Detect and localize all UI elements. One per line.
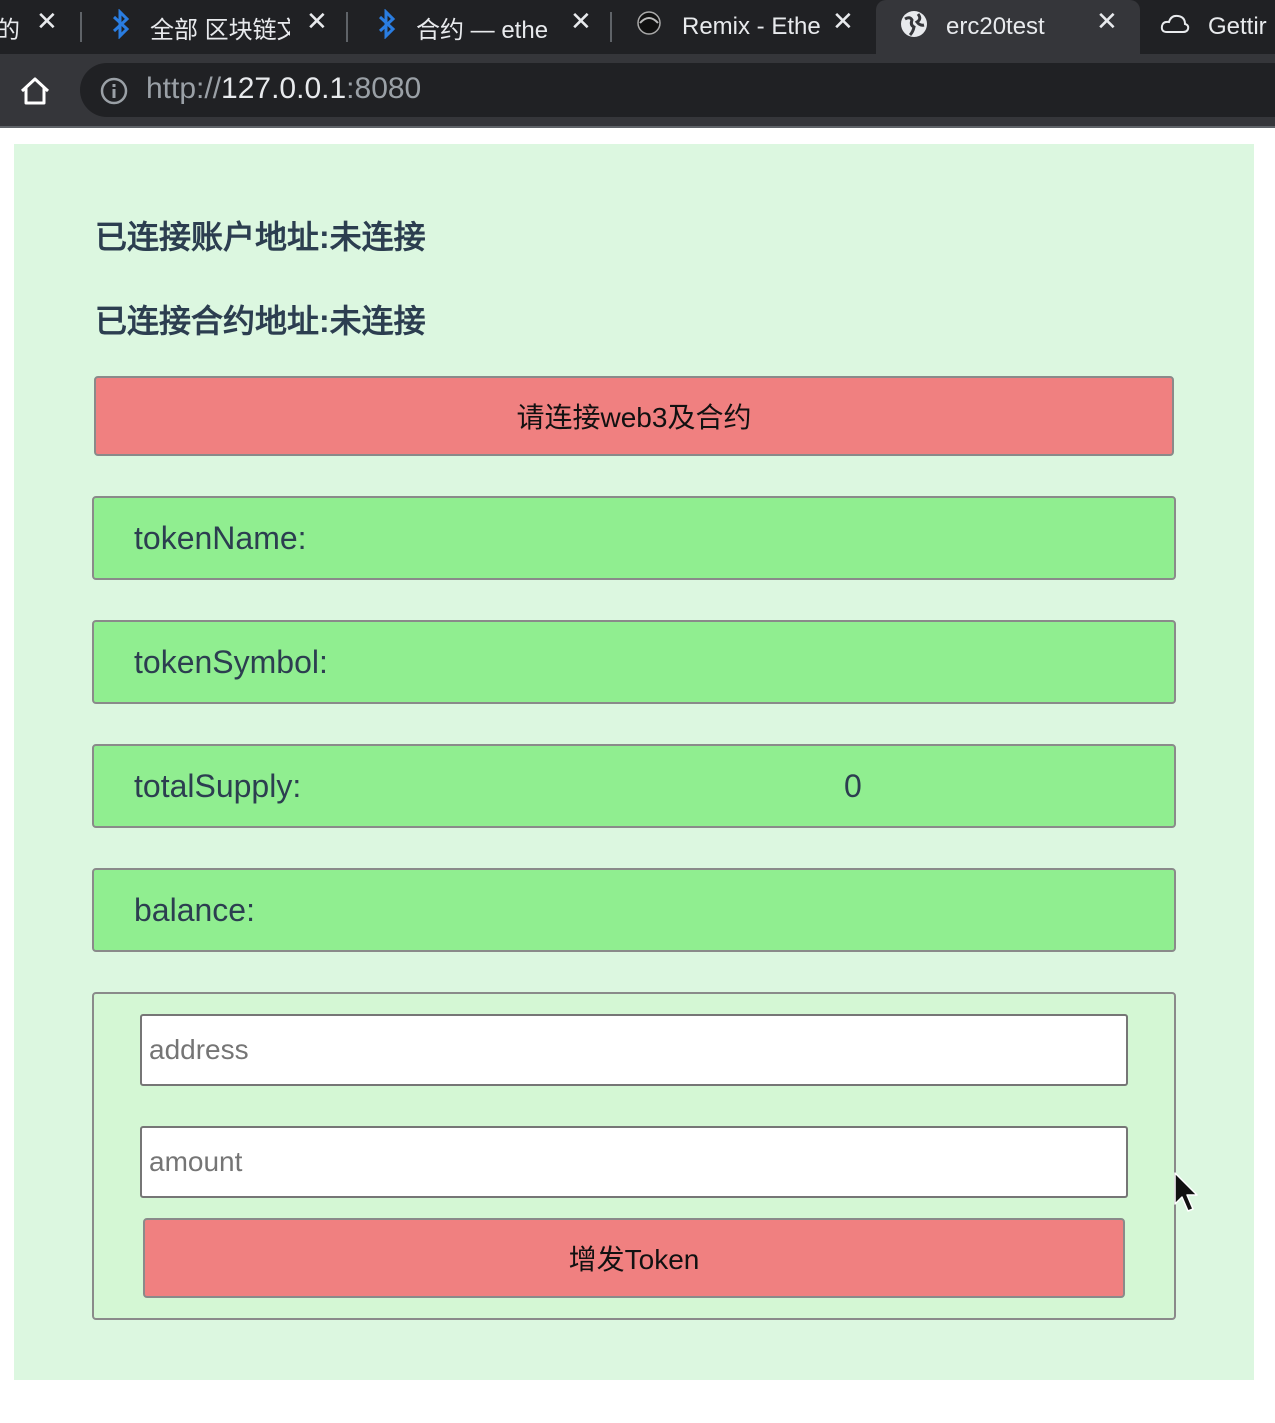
- close-icon[interactable]: ✕: [36, 6, 58, 37]
- address-input[interactable]: [140, 1014, 1128, 1086]
- amount-input[interactable]: [140, 1126, 1128, 1198]
- close-icon[interactable]: ✕: [1096, 6, 1118, 37]
- tab-separator: [80, 12, 82, 42]
- tab-1[interactable]: 全部 区块链文 ✕: [110, 0, 346, 54]
- browser-tab-bar: 的 ✕ 全部 区块链文 ✕ 合约 — ethe ✕ Remix - Ethe ✕…: [0, 0, 1275, 54]
- tab-title: Gettir: [1208, 13, 1267, 40]
- total-supply-row: totalSupply: 0: [92, 744, 1176, 828]
- mint-form: 增发Token: [92, 992, 1176, 1320]
- bluetooth-icon: [376, 7, 398, 46]
- app-container: 已连接账户地址:未连接 已连接合约地址:未连接 请连接web3及合约 token…: [14, 144, 1254, 1380]
- tab-4-active[interactable]: erc20test ✕: [876, 0, 1140, 54]
- tab-2[interactable]: 合约 — ethe ✕: [376, 0, 610, 54]
- close-icon[interactable]: ✕: [832, 6, 854, 37]
- tab-title: 的: [0, 16, 20, 44]
- tab-0[interactable]: 的 ✕: [0, 0, 72, 54]
- info-icon[interactable]: [100, 77, 128, 105]
- tab-5[interactable]: Gettir: [1160, 0, 1275, 54]
- tab-separator: [346, 12, 348, 42]
- connected-contract-line: 已连接合约地址:未连接: [95, 303, 426, 339]
- balance-label: balance:: [134, 892, 255, 928]
- bluetooth-icon: [110, 7, 132, 46]
- toolbar-divider: [0, 126, 1275, 128]
- connected-account-line: 已连接账户地址:未连接: [95, 219, 426, 255]
- globe-icon: [900, 10, 928, 45]
- token-symbol-label: tokenSymbol:: [134, 644, 328, 680]
- url-port: :8080: [346, 72, 422, 105]
- tab-3[interactable]: Remix - Ethe ✕: [634, 0, 874, 54]
- url-host: 127.0.0.1: [221, 72, 347, 105]
- tab-separator: [610, 12, 612, 42]
- remix-icon: [634, 9, 664, 46]
- tab-title: 合约 — ethe: [416, 16, 549, 44]
- url-text[interactable]: http://127.0.0.1:8080: [146, 72, 421, 106]
- tab-title: erc20test: [946, 13, 1045, 40]
- balance-row: balance:: [92, 868, 1176, 952]
- url-scheme: http://: [146, 72, 222, 105]
- token-name-row: tokenName:: [92, 496, 1176, 580]
- home-icon[interactable]: [18, 74, 52, 108]
- tab-title: 全部 区块链文: [150, 16, 290, 44]
- total-supply-label: totalSupply:: [134, 768, 302, 804]
- tab-title: Remix - Ethe: [682, 13, 821, 40]
- close-icon[interactable]: ✕: [306, 6, 328, 37]
- total-supply-value: 0: [844, 768, 862, 804]
- token-name-label: tokenName:: [134, 520, 307, 556]
- cloud-icon: [1160, 13, 1190, 42]
- mouse-cursor-icon: [1172, 1170, 1202, 1216]
- mint-token-button[interactable]: 增发Token: [143, 1218, 1125, 1298]
- connect-web3-button[interactable]: 请连接web3及合约: [94, 376, 1174, 456]
- token-symbol-row: tokenSymbol:: [92, 620, 1176, 704]
- close-icon[interactable]: ✕: [570, 6, 592, 37]
